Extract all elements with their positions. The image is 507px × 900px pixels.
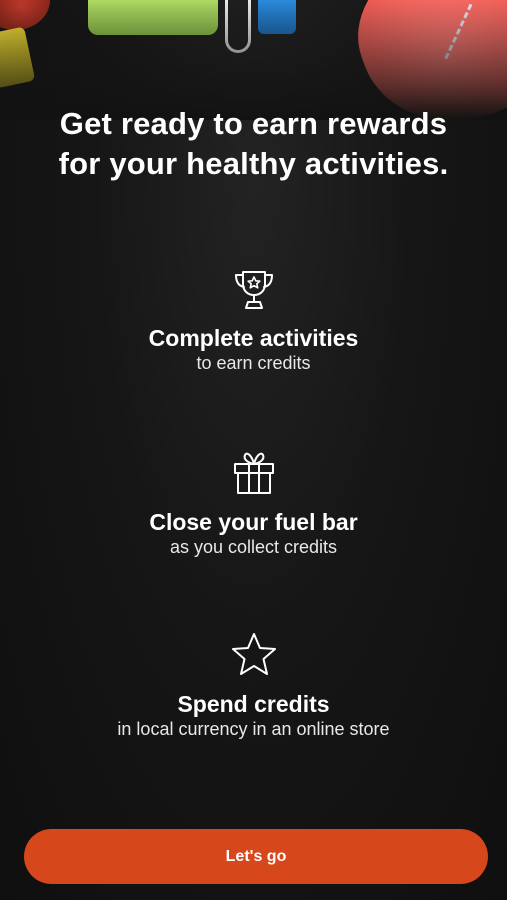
page-title-line-1: Get ready to earn rewards [59,106,448,141]
feature-complete-activities: Complete activities to earn credits [0,264,507,374]
page-title-line-2: for your healthy activities. [58,146,449,181]
feature-subtitle: as you collect credits [169,537,338,557]
trophy-icon [234,271,273,309]
star-icon [231,633,276,675]
hero-photo [0,0,507,120]
gift-icon [233,452,274,494]
feature-close-fuel-bar: Close your fuel bar as you collect credi… [0,448,507,558]
feature-title: Close your fuel bar [149,509,358,535]
page-title: Get ready to earn rewards for your healt… [0,104,507,184]
hero-fade-overlay [0,0,507,120]
feature-subtitle: to earn credits [196,353,311,373]
feature-title: Spend credits [177,691,330,717]
lets-go-button[interactable]: Let's go [24,829,488,884]
feature-subtitle: in local currency in an online store [117,719,390,739]
onboarding-screen: Get ready to earn rewards for your healt… [0,0,507,900]
feature-title: Complete activities [148,325,359,351]
feature-spend-credits: Spend credits in local currency in an on… [0,630,507,740]
